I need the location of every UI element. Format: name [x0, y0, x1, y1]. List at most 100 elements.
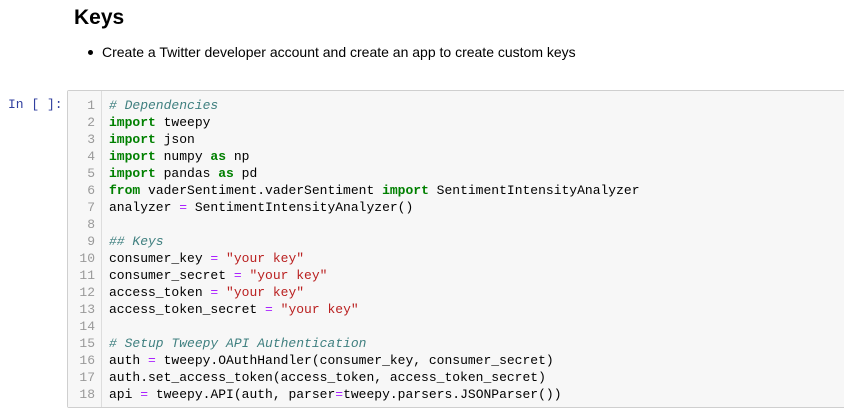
- code-token-name: auth: [109, 353, 149, 368]
- bullet-text: Create a Twitter developer account and c…: [102, 44, 576, 60]
- line-code: auth = tweepy.OAuthHandler(consumer_key,…: [109, 352, 554, 369]
- line-number: 4: [87, 149, 95, 164]
- line-number: 17: [79, 370, 95, 385]
- code-token-name: consumer_secret: [109, 268, 234, 283]
- code-token-name: pd: [233, 166, 258, 181]
- code-token-name: consumer_key: [109, 251, 211, 266]
- code-token-name: SentimentIntensityAnalyzer: [428, 183, 640, 198]
- code-token-operator: =: [233, 268, 242, 283]
- code-token-operator: =: [265, 302, 273, 317]
- line-number: 6: [87, 183, 95, 198]
- line-code: access_token = "your key": [109, 284, 304, 301]
- code-token-operator: =: [140, 387, 149, 402]
- code-line[interactable]: 17 auth.set_access_token(access_token, ac…: [68, 369, 844, 386]
- line-number: 10: [79, 251, 95, 266]
- line-code: import pandas as pd: [109, 165, 257, 182]
- code-token-comment: # Setup Tweepy API Authentication: [109, 336, 367, 351]
- code-token-comment: # Dependencies: [109, 98, 219, 113]
- code-token-keyword: import: [109, 166, 156, 181]
- line-code: from vaderSentiment.vaderSentiment impor…: [109, 182, 640, 199]
- code-line[interactable]: 3 import json: [68, 131, 844, 148]
- code-line[interactable]: 1 # Dependencies: [68, 97, 844, 114]
- code-line[interactable]: 12 access_token = "your key": [68, 284, 844, 301]
- code-line[interactable]: 16 auth = tweepy.OAuthHandler(consumer_ke…: [68, 352, 844, 369]
- code-token-name: access_token: [109, 285, 211, 300]
- code-token-name: analyzer: [109, 200, 180, 215]
- code-line[interactable]: 15 # Setup Tweepy API Authentication: [68, 335, 844, 352]
- line-code: auth.set_access_token(access_token, acce…: [109, 369, 546, 386]
- line-number: 8: [87, 217, 95, 232]
- code-token-name: auth.set_access_token(access_token, acce…: [109, 370, 546, 385]
- line-code: ## Keys: [109, 233, 164, 250]
- line-code: consumer_secret = "your key": [109, 267, 327, 284]
- code-line[interactable]: 18 api = tweepy.API(auth, parser=tweepy.p…: [68, 386, 844, 403]
- code-token-keyword: import: [109, 115, 156, 130]
- code-line[interactable]: 6 from vaderSentiment.vaderSentiment impo…: [68, 182, 844, 199]
- code-token-name: tweepy.API(auth, parser: [148, 387, 336, 402]
- line-code: import json: [109, 131, 195, 148]
- code-token-name: vaderSentiment.vaderSentiment: [140, 183, 383, 198]
- code-token-name: np: [226, 149, 250, 164]
- line-number: 16: [79, 353, 95, 368]
- code-token-keyword: as: [210, 149, 227, 164]
- line-code: analyzer = SentimentIntensityAnalyzer(): [109, 199, 413, 216]
- line-code: api = tweepy.API(auth, parser=tweepy.par…: [109, 386, 562, 403]
- code-token-keyword: import: [382, 183, 429, 198]
- code-line[interactable]: 4 import numpy as np: [68, 148, 844, 165]
- code-token-name: api: [109, 387, 141, 402]
- code-line[interactable]: 5 import pandas as pd: [68, 165, 844, 182]
- line-code: consumer_key = "your key": [109, 250, 304, 267]
- code-line[interactable]: 11 consumer_secret = "your key": [68, 267, 844, 284]
- bullet-icon: [88, 50, 93, 55]
- code-token-name: access_token_secret: [109, 302, 266, 317]
- code-line[interactable]: 14: [68, 318, 844, 335]
- code-line[interactable]: 10 consumer_key = "your key": [68, 250, 844, 267]
- section-heading: Keys: [74, 6, 125, 29]
- code-line[interactable]: 7 analyzer = SentimentIntensityAnalyzer(): [68, 199, 844, 216]
- code-token-keyword: import: [109, 149, 156, 164]
- line-code: # Dependencies: [109, 97, 218, 114]
- line-number: 11: [79, 268, 95, 283]
- code-token-name: numpy: [155, 149, 211, 164]
- bullet-list: Create a Twitter developer account and c…: [74, 42, 576, 62]
- code-token-name: tweepy.parsers.JSONParser()): [343, 387, 562, 402]
- line-number: 7: [87, 200, 95, 215]
- code-token-string: "your key": [226, 251, 305, 266]
- line-number: 9: [87, 234, 95, 249]
- code-token-name: [273, 302, 281, 317]
- code-token-operator: =: [335, 387, 344, 402]
- code-token-name: SentimentIntensityAnalyzer(): [187, 200, 414, 215]
- line-number: 2: [87, 115, 95, 130]
- code-token-keyword: import: [109, 132, 156, 147]
- code-token-name: [218, 251, 226, 266]
- line-number: 3: [87, 132, 95, 147]
- line-code: import tweepy: [109, 114, 210, 131]
- line-number: 18: [79, 387, 95, 402]
- code-line[interactable]: 13 access_token_secret = "your key": [68, 301, 844, 318]
- code-token-name: tweepy: [155, 115, 211, 130]
- code-token-name: [218, 285, 226, 300]
- code-token-keyword: as: [218, 166, 234, 181]
- line-number: 5: [87, 166, 95, 181]
- code-line[interactable]: 9 ## Keys: [68, 233, 844, 250]
- line-number: 12: [79, 285, 95, 300]
- line-code: access_token_secret = "your key": [109, 301, 359, 318]
- bullet-item: Create a Twitter developer account and c…: [74, 42, 576, 62]
- code-token-name: tweepy.OAuthHandler(consumer_key, consum…: [155, 353, 554, 368]
- code-token-comment: ## Keys: [109, 234, 164, 249]
- code-token-string: "your key": [226, 285, 305, 300]
- line-code: import numpy as np: [109, 148, 249, 165]
- code-token-name: pandas: [155, 166, 219, 181]
- line-number: 15: [79, 336, 95, 351]
- code-line[interactable]: 2 import tweepy: [68, 114, 844, 131]
- line-code: # Setup Tweepy API Authentication: [109, 335, 366, 352]
- line-number: 1: [87, 98, 95, 113]
- code-token-keyword: from: [109, 183, 141, 198]
- code-cell-editor[interactable]: 1 # Dependencies 2 import tweepy 3 import jso…: [67, 90, 844, 408]
- code-token-name: json: [155, 132, 195, 147]
- code-token-string: "your key": [280, 302, 359, 317]
- code-line[interactable]: 8: [68, 216, 844, 233]
- line-number: 14: [79, 319, 95, 334]
- code-token-string: "your key": [249, 268, 328, 283]
- code-lines: 1 # Dependencies 2 import tweepy 3 import jso…: [68, 97, 844, 403]
